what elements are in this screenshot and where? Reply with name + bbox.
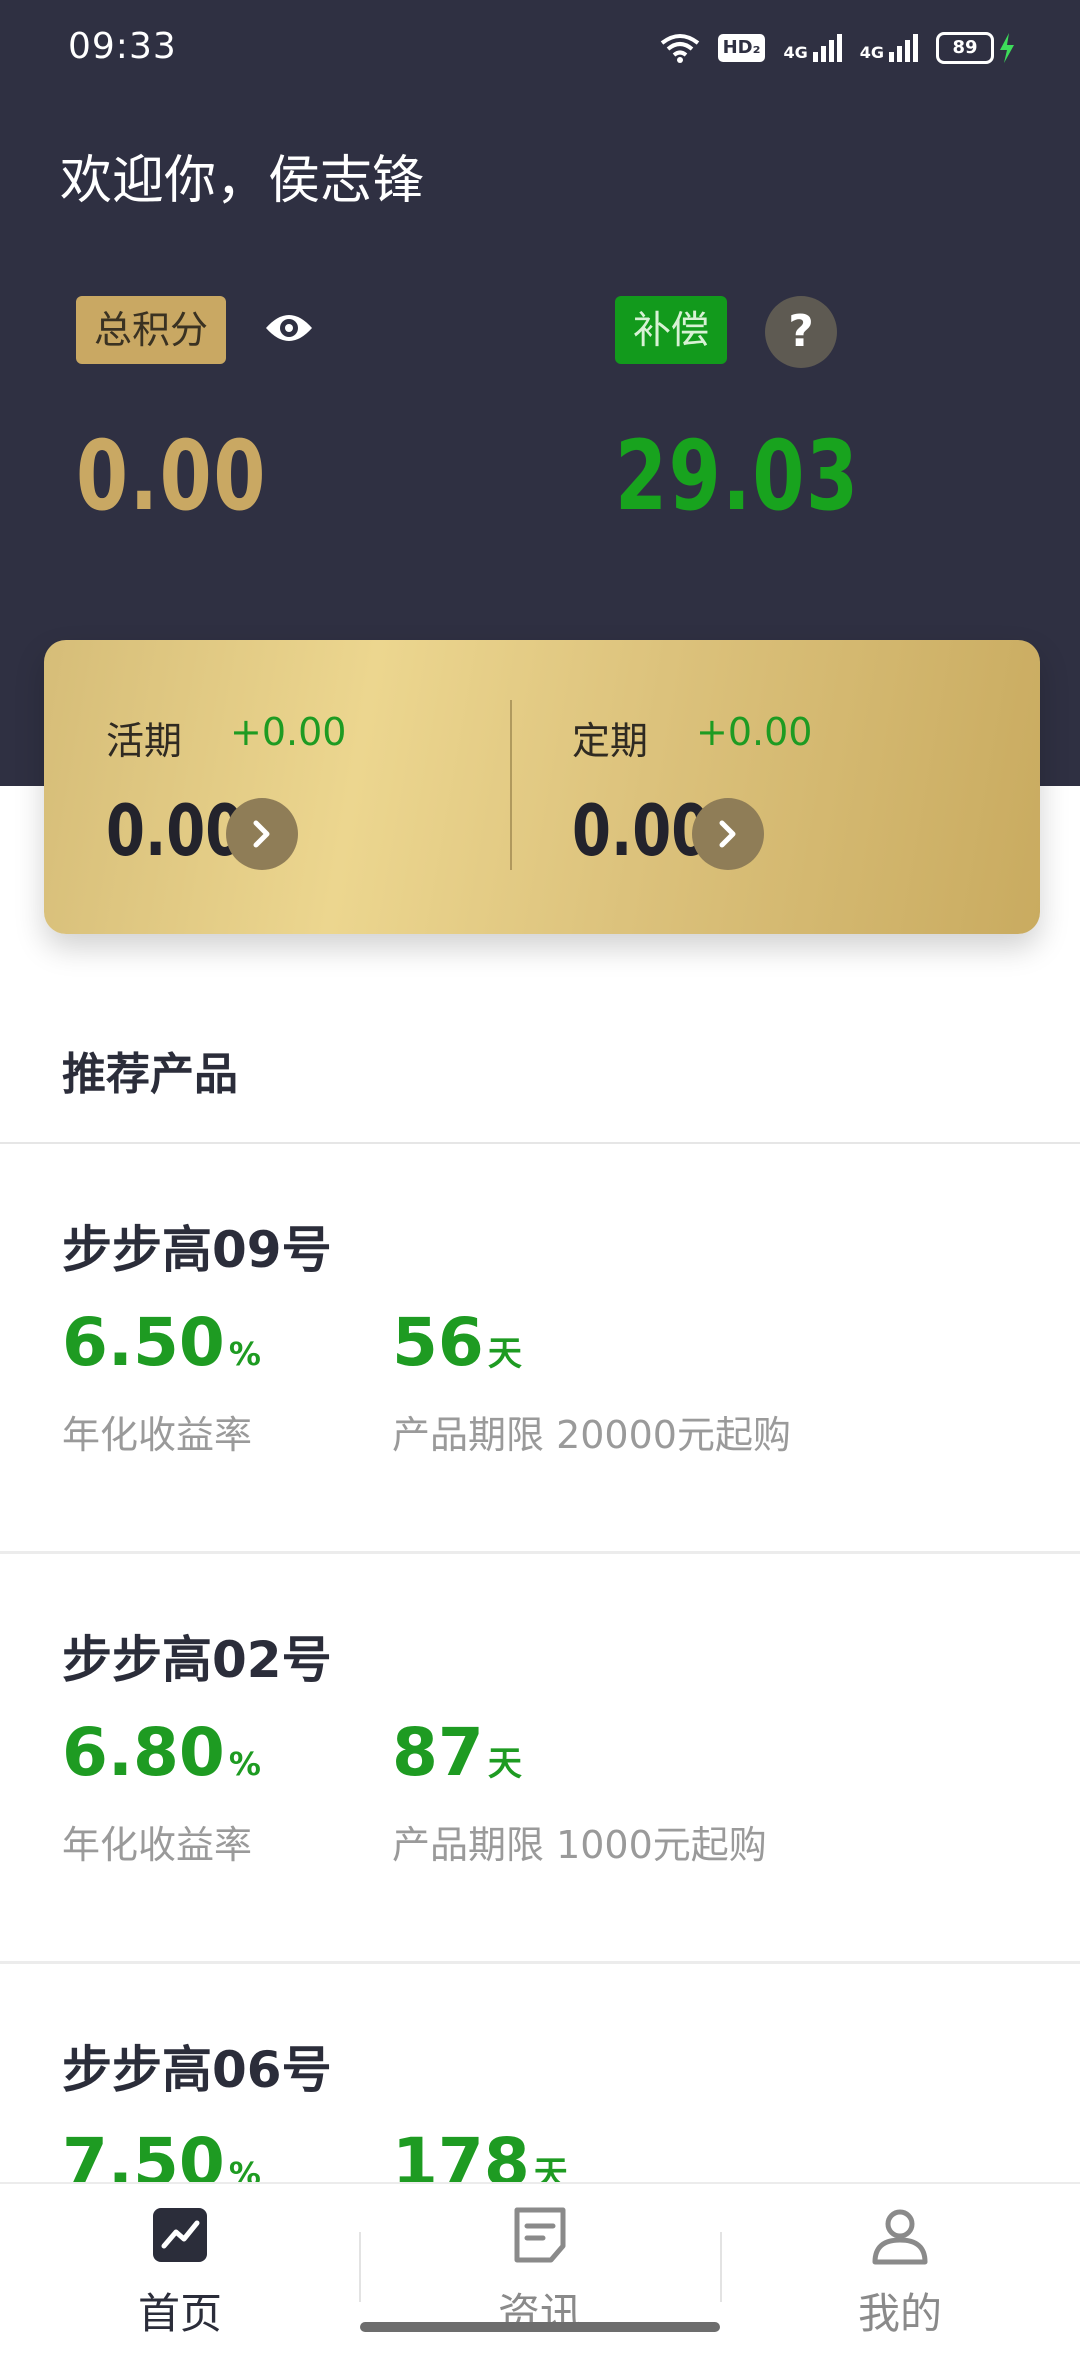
product-card[interactable]: 步步高09号 6.50% 56 天 年化收益率 产品期限 20000元起购 xyxy=(0,1144,1080,1554)
balance-card: 活期 +0.00 0.00 定期 +0.00 0.00 xyxy=(44,640,1040,934)
section-title: 推荐产品 xyxy=(62,1049,238,1100)
fixed-label: 定期 xyxy=(572,719,649,763)
total-points-value: 0.00 xyxy=(76,420,267,532)
nav-news[interactable]: 资讯 xyxy=(360,2184,720,2342)
total-points-label: 总积分 xyxy=(76,296,227,364)
nav-mine[interactable]: 我的 xyxy=(720,2184,1080,2342)
chevron-right-icon xyxy=(253,820,270,848)
fixed-detail-button[interactable] xyxy=(692,798,764,870)
welcome-text: 欢迎你，侯志锋 xyxy=(60,151,425,211)
signal-icon: 4G xyxy=(860,34,918,62)
current-value: 0.00 xyxy=(106,790,245,872)
product-term: 87 天 xyxy=(392,1714,522,1791)
battery-icon: 89 xyxy=(936,32,1016,64)
document-icon xyxy=(514,2207,566,2263)
status-bar: 09:33 HD₂ 4G 4G 89 xyxy=(0,0,1080,100)
rate-label: 年化收益率 xyxy=(62,1823,253,1867)
hd-badge: HD₂ xyxy=(717,34,766,62)
chart-icon xyxy=(153,2208,207,2262)
compensation-value: 29.03 xyxy=(615,420,860,532)
help-icon[interactable]: ? xyxy=(765,296,837,368)
current-detail-button[interactable] xyxy=(226,798,298,870)
nav-mine-label: 我的 xyxy=(857,2289,942,2338)
term-label: 产品期限 20000元起购 xyxy=(392,1413,791,1457)
fixed-delta: +0.00 xyxy=(696,710,813,754)
product-name: 步步高06号 xyxy=(62,2041,332,2099)
product-rate: 6.50% xyxy=(62,1304,261,1381)
bottom-nav: 首页 资讯 我的 xyxy=(0,2182,1080,2342)
current-delta: +0.00 xyxy=(230,710,347,754)
product-name: 步步高09号 xyxy=(62,1221,332,1279)
eye-icon[interactable] xyxy=(264,308,314,348)
battery-level: 89 xyxy=(936,32,994,64)
home-indicator[interactable] xyxy=(360,2322,720,2332)
current-label: 活期 xyxy=(106,719,183,763)
product-term: 56 天 xyxy=(392,1304,522,1381)
charging-icon xyxy=(1000,33,1014,63)
signal-icon: 4G xyxy=(783,34,842,62)
card-divider xyxy=(510,700,512,870)
user-icon xyxy=(872,2209,928,2265)
nav-home-label: 首页 xyxy=(137,2289,222,2338)
status-icons: HD₂ 4G 4G 89 xyxy=(660,28,1016,68)
product-card[interactable]: 步步高02号 6.80% 87 天 年化收益率 产品期限 1000元起购 xyxy=(0,1554,1080,1964)
fixed-value: 0.00 xyxy=(572,790,711,872)
product-name: 步步高02号 xyxy=(62,1631,332,1689)
product-rate: 6.80% xyxy=(62,1714,261,1791)
status-time: 09:33 xyxy=(68,26,177,67)
chevron-right-icon xyxy=(719,820,736,848)
nav-home[interactable]: 首页 xyxy=(0,2184,360,2342)
term-label: 产品期限 1000元起购 xyxy=(392,1823,767,1867)
compensation-label: 补偿 xyxy=(615,296,728,364)
wifi-icon xyxy=(660,34,699,63)
rate-label: 年化收益率 xyxy=(62,1413,253,1457)
